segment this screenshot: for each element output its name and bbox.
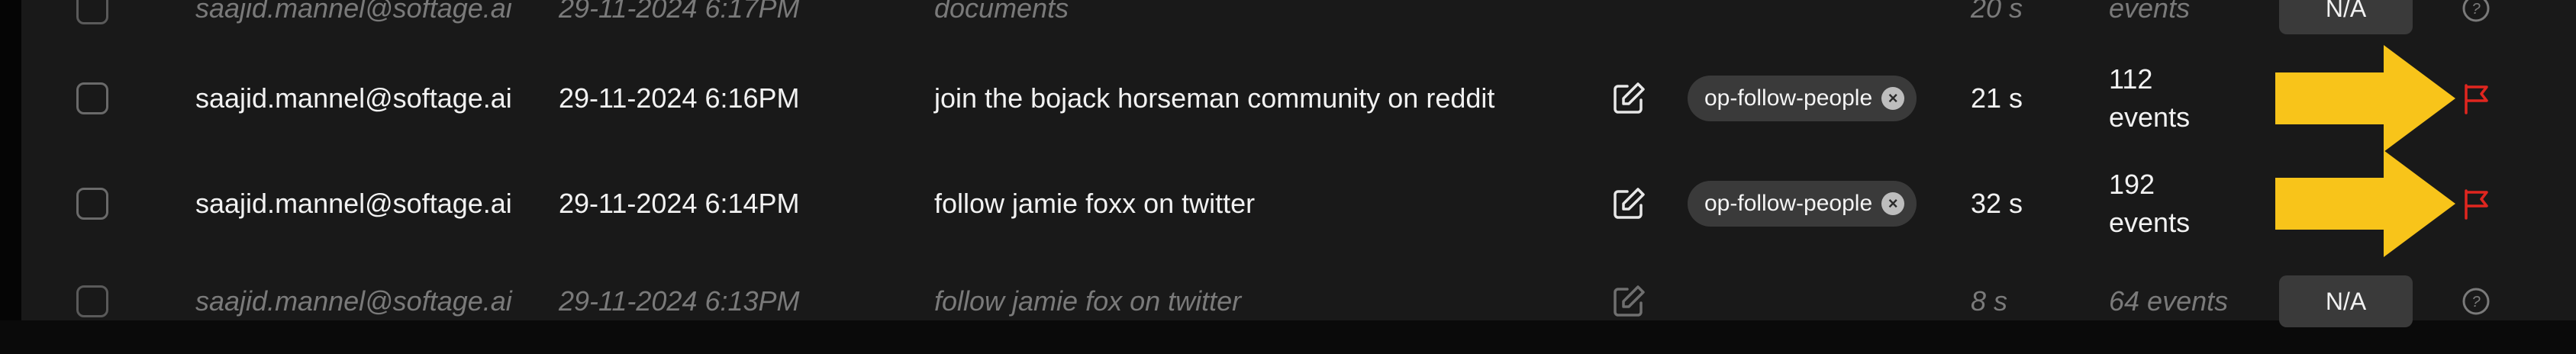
table-row[interactable]: saajid.mannel@softage.ai 29-11-2024 6:16…	[21, 45, 2576, 152]
events-cell: 64 events	[2109, 285, 2229, 317]
edit-icon[interactable]	[1610, 283, 1647, 320]
left-edge	[0, 0, 21, 320]
arrow-annotation	[2275, 45, 2455, 152]
date-cell: 29-11-2024 6:17PM	[559, 0, 800, 24]
duration-cell: 21 s	[1971, 82, 2023, 114]
edit-icon[interactable]	[1610, 80, 1647, 117]
email-cell: saajid.mannel@softage.ai	[195, 0, 512, 24]
duration-cell: 20 s	[1971, 0, 2023, 24]
table-row[interactable]: saajid.mannel@softage.ai 29-11-2024 6:14…	[21, 150, 2576, 257]
events-cell: 112 events	[2109, 60, 2216, 137]
tag-chip[interactable]: op-follow-people ×	[1688, 181, 1917, 227]
date-cell: 29-11-2024 6:16PM	[559, 82, 800, 114]
flag-icon[interactable]	[2459, 186, 2494, 221]
arrow-annotation	[2275, 150, 2455, 257]
events-cell: events	[2109, 0, 2191, 24]
tag-label: op-follow-people	[1704, 85, 1873, 111]
svg-text:?: ?	[2471, 1, 2481, 18]
events-label: events	[2109, 207, 2191, 238]
svg-text:?: ?	[2471, 294, 2481, 311]
row-checkbox[interactable]	[76, 285, 108, 317]
events-label: events	[2109, 101, 2191, 133]
email-cell: saajid.mannel@softage.ai	[195, 285, 512, 317]
flag-icon[interactable]	[2459, 81, 2494, 116]
task-cell: follow jamie foxx on twitter	[934, 188, 1256, 219]
task-cell: join the bojack horseman community on re…	[934, 82, 1495, 114]
duration-cell: 32 s	[1971, 188, 2023, 219]
events-count: 112	[2109, 63, 2153, 95]
duration-cell: 8 s	[1971, 285, 2008, 317]
edit-icon[interactable]	[1610, 185, 1647, 222]
close-circle-icon[interactable]: ×	[1881, 192, 1905, 215]
tag-chip[interactable]: op-follow-people ×	[1688, 76, 1917, 121]
row-checkbox[interactable]	[76, 0, 108, 24]
question-circle-icon[interactable]: ?	[2462, 287, 2491, 316]
date-cell: 29-11-2024 6:14PM	[559, 188, 800, 219]
task-cell: follow jamie fox on twitter	[934, 285, 1242, 317]
email-cell: saajid.mannel@softage.ai	[195, 82, 512, 114]
question-circle-icon[interactable]: ?	[2462, 0, 2491, 23]
status-badge[interactable]: N/A	[2279, 275, 2413, 327]
task-cell: documents	[934, 0, 1069, 24]
row-checkbox[interactable]	[76, 82, 108, 114]
tag-label: op-follow-people	[1704, 191, 1873, 216]
close-circle-icon[interactable]: ×	[1881, 87, 1905, 110]
status-badge[interactable]: N/A	[2279, 0, 2413, 34]
date-cell: 29-11-2024 6:13PM	[559, 285, 800, 317]
events-count: 192	[2109, 169, 2155, 200]
email-cell: saajid.mannel@softage.ai	[195, 188, 512, 219]
task-table: saajid.mannel@softage.ai 29-11-2024 6:17…	[0, 0, 2576, 327]
events-cell: 192 events	[2109, 166, 2216, 242]
table-row[interactable]: saajid.mannel@softage.ai 29-11-2024 6:13…	[21, 249, 2576, 354]
row-checkbox[interactable]	[76, 188, 108, 220]
